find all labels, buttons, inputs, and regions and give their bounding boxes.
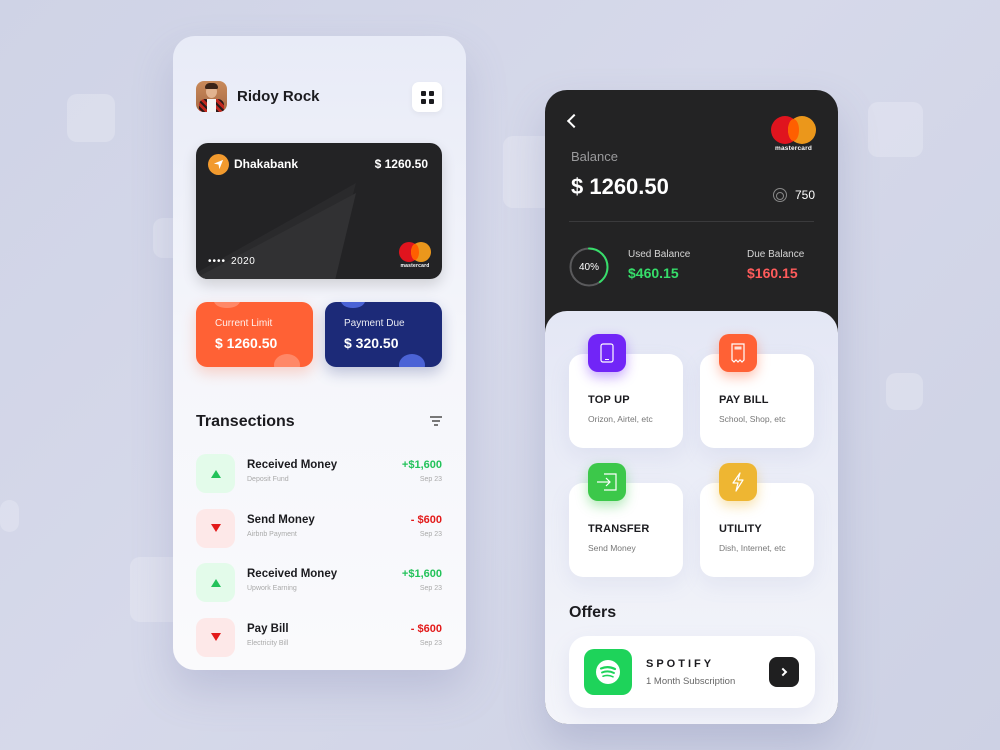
transaction-title: Send Money: [247, 513, 315, 526]
transaction-amount: - $600: [410, 513, 442, 526]
service-subtitle: Dish, Internet, etc: [719, 543, 786, 553]
service-subtitle: School, Shop, etc: [719, 414, 786, 424]
balance-label: Balance: [571, 149, 618, 164]
service-subtitle: Orizon, Airtel, etc: [588, 414, 653, 424]
arrow-up-icon: [196, 454, 235, 493]
bank-card[interactable]: Dhakabank $ 1260.50 •••• 2020 mastercard: [196, 143, 442, 279]
menu-grid-button[interactable]: [412, 82, 442, 112]
lightning-icon: [719, 463, 757, 501]
reward-points: 750: [772, 188, 815, 202]
avatar[interactable]: [196, 81, 227, 112]
background-tile: [0, 500, 19, 532]
service-title: TRANSFER: [588, 523, 650, 535]
bank-name: Dhakabank: [234, 157, 299, 171]
transaction-row[interactable]: Received Money Upwork Earning +$1,600 Se…: [196, 563, 442, 618]
card-balance: $ 1260.50: [374, 157, 428, 171]
chevron-right-icon: [778, 667, 787, 677]
transaction-title: Received Money: [247, 459, 338, 471]
transaction-amount: +$1,600: [401, 459, 442, 471]
current-limit-label: Current Limit: [215, 318, 273, 329]
transaction-amount: - $600: [410, 622, 442, 635]
back-arrow-icon[interactable]: [566, 113, 582, 129]
services-panel: TOP UP Orizon, Airtel, etc PAY BILL Scho…: [545, 311, 838, 724]
due-balance: Due Balance $160.15: [747, 249, 804, 281]
transaction-date: Sep 23: [419, 639, 442, 647]
points-value: 750: [794, 188, 815, 202]
grid-icon: [420, 90, 426, 96]
wallet-home-screen: Ridoy Rock Dhakabank $ 1260.50 •••• 2020 …: [173, 36, 466, 670]
profile-header[interactable]: Ridoy Rock: [196, 81, 320, 112]
payment-due-card[interactable]: Payment Due $ 320.50: [325, 302, 442, 367]
used-balance: Used Balance $460.15: [628, 249, 690, 281]
transaction-date: Sep 23: [419, 476, 442, 483]
mastercard-logo: mastercard: [399, 242, 431, 269]
card-detail-screen: mastercard Balance $ 1260.50 750 40% Use…: [545, 90, 838, 724]
service-transfer[interactable]: TRANSFER Send Money: [569, 463, 683, 577]
offer-subtitle: 1 Month Subscription: [646, 676, 736, 687]
balance-value: $ 1260.50: [571, 174, 669, 199]
coin-icon: [772, 188, 787, 202]
transaction-subtitle: Airbnb Payment: [247, 530, 297, 538]
service-utility[interactable]: UTILITY Dish, Internet, etc: [700, 463, 814, 577]
service-subtitle: Send Money: [588, 543, 636, 553]
mastercard-logo: mastercard: [771, 116, 816, 152]
service-title: UTILITY: [719, 523, 762, 535]
background-tile: [67, 94, 115, 142]
current-limit-card[interactable]: Current Limit $ 1260.50: [196, 302, 313, 367]
background-tile: [868, 102, 923, 157]
offer-open-button[interactable]: [769, 657, 799, 687]
spotify-icon: [584, 649, 632, 695]
due-balance-value: $160.15: [747, 265, 798, 281]
filter-icon[interactable]: [430, 416, 442, 426]
offers-title: Offers: [569, 604, 617, 621]
profile-name: Ridoy Rock: [237, 88, 320, 105]
usage-percent: 40%: [578, 261, 599, 273]
due-balance-label: Due Balance: [747, 249, 805, 260]
payment-due-value: $ 320.50: [344, 335, 399, 351]
transaction-date: Sep 23: [419, 585, 442, 592]
service-title: PAY BILL: [719, 394, 769, 406]
arrow-down-icon: [196, 508, 235, 548]
transaction-row[interactable]: Received Money Deposit Fund +$1,600 Sep …: [196, 454, 442, 509]
transaction-title: Received Money: [247, 568, 338, 580]
arrow-down-icon: [196, 617, 235, 657]
used-balance-label: Used Balance: [628, 249, 691, 260]
service-top-up[interactable]: TOP UP Orizon, Airtel, etc: [569, 334, 683, 448]
phone-icon: [588, 334, 626, 372]
transaction-row[interactable]: Send Money Airbnb Payment - $600 Sep 23: [196, 508, 442, 564]
current-limit-value: $ 1260.50: [215, 335, 278, 351]
transaction-amount: +$1,600: [401, 568, 442, 580]
transaction-date: Sep 23: [419, 530, 442, 538]
transaction-title: Pay Bill: [247, 622, 289, 635]
transaction-subtitle: Deposit Fund: [247, 476, 289, 483]
service-title: TOP UP: [588, 394, 630, 406]
divider: [569, 221, 814, 222]
card-number: •••• 2020: [208, 256, 256, 267]
offer-spotify[interactable]: SPOTIFY 1 Month Subscription: [569, 636, 815, 708]
offer-title: SPOTIFY: [646, 658, 715, 670]
transaction-list: Received Money Deposit Fund +$1,600 Sep …: [196, 454, 442, 670]
transaction-row[interactable]: Pay Bill Electricity Bill - $600 Sep 23: [196, 617, 442, 671]
background-tile: [886, 373, 923, 410]
used-balance-value: $460.15: [628, 265, 679, 281]
arrow-up-icon: [196, 563, 235, 602]
transaction-subtitle: Electricity Bill: [247, 639, 289, 647]
service-pay-bill[interactable]: PAY BILL School, Shop, etc: [700, 334, 814, 448]
transaction-subtitle: Upwork Earning: [247, 585, 297, 592]
transactions-title: Transections: [196, 413, 295, 430]
receipt-icon: [719, 334, 757, 372]
transfer-icon: [588, 463, 626, 501]
bank-logo-icon: [208, 154, 229, 175]
payment-due-label: Payment Due: [344, 318, 405, 329]
